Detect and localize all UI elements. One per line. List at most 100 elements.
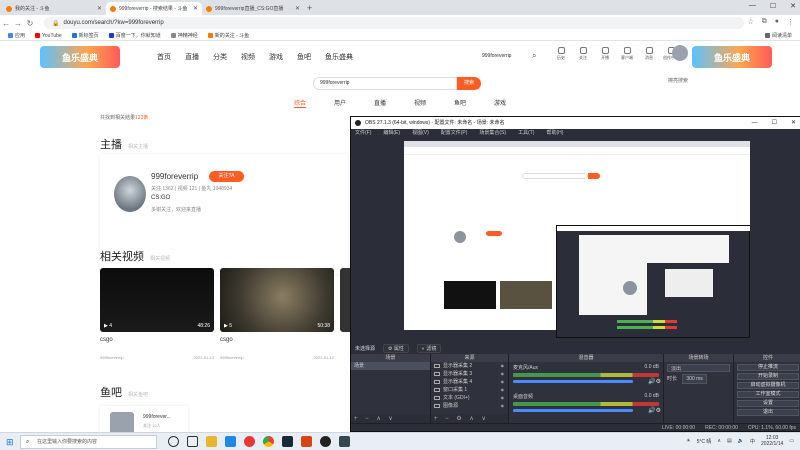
nav-fishbar[interactable]: 鱼吧 — [297, 52, 311, 62]
tab-games[interactable]: 游戏 — [494, 98, 534, 107]
fishbar-name[interactable]: 999forever... — [143, 414, 171, 420]
menu-scene-collection[interactable]: 场景集合(S) — [479, 129, 506, 138]
source-item[interactable]: 窗口采集 1 ◉ — [431, 386, 508, 394]
search-input[interactable]: 999foreverrip — [313, 77, 457, 90]
douyu-logo[interactable]: 鱼乐盛典 — [40, 46, 120, 68]
speaker-icon[interactable]: 🔊⚙ — [648, 407, 661, 414]
tab-close-icon[interactable]: ✕ — [93, 5, 102, 12]
mail-icon[interactable] — [225, 436, 236, 447]
eye-icon[interactable]: ◉ — [501, 370, 505, 378]
avatar[interactable] — [672, 45, 688, 61]
exit-button[interactable]: 退出 — [737, 409, 799, 416]
video-thumbnail[interactable]: ▶ 4 48:26 — [100, 268, 214, 332]
nav-home[interactable]: 首页 — [157, 52, 171, 62]
video-title[interactable]: csgo — [220, 337, 334, 343]
terminal-icon[interactable] — [339, 436, 350, 447]
tab-close-icon[interactable]: ✕ — [291, 5, 300, 12]
search-button[interactable]: 搜索 — [457, 77, 481, 90]
address-bar[interactable]: 🔒 douyu.com/search/?kw=999foreverrip — [44, 17, 744, 29]
follow-anchor-button[interactable]: 关注TA — [209, 171, 244, 182]
minimize-icon[interactable]: — — [749, 2, 756, 10]
volume-icon[interactable]: 🔈 — [738, 438, 744, 444]
reading-list[interactable]: 阅读清单 — [764, 32, 792, 39]
clock[interactable]: 12:03 2022/1/14 — [761, 435, 783, 447]
video-author[interactable]: 999foreverrip — [100, 355, 124, 360]
nav-live[interactable]: 直播 — [185, 52, 199, 62]
source-item[interactable]: 图像源 ◉ — [431, 402, 508, 410]
duration-input[interactable]: 300 ms — [682, 374, 707, 384]
tab-live[interactable]: 直播 — [374, 98, 414, 107]
virtual-camera-button[interactable]: 启动虚拟摄像机 — [737, 382, 799, 389]
menu-tools[interactable]: 工具(T) — [518, 129, 534, 138]
nav-category[interactable]: 分类 — [213, 52, 227, 62]
stop-streaming-button[interactable]: 停止推流 — [737, 364, 799, 371]
follow-button[interactable]: 关注 — [575, 47, 591, 61]
bookmark-douyu[interactable]: 新的关注 - 斗鱼 — [207, 32, 249, 39]
source-item[interactable]: 显示器采集 3 ◉ — [431, 370, 508, 378]
tab-search-results[interactable]: 999foreverrip - 搜索结果 - 斗鱼 ✕ — [106, 2, 202, 15]
menu-edit[interactable]: 编辑(E) — [383, 129, 400, 138]
tab-live-room[interactable]: 999foreverrip直播_CS:GO直播 ✕ — [202, 2, 304, 15]
tab-videos[interactable]: 视频 — [414, 98, 454, 107]
filters-button[interactable]: ◐ 滤镜 — [416, 343, 442, 353]
new-tab-button[interactable]: + — [307, 3, 312, 13]
settings-button[interactable]: 设置 — [737, 400, 799, 407]
source-item[interactable]: 文本 (GDI+) ◉ — [431, 394, 508, 402]
close-icon[interactable]: ✕ — [790, 2, 796, 10]
anchor-avatar[interactable] — [114, 176, 146, 212]
profile-icon[interactable]: ● — [775, 18, 779, 26]
ime-icon[interactable]: 中 — [750, 438, 755, 445]
scene-item[interactable]: 场景 — [351, 362, 430, 370]
menu-icon[interactable]: ⋮ — [787, 18, 794, 26]
nav-video[interactable]: 视频 — [241, 52, 255, 62]
close-icon[interactable]: ✕ — [791, 117, 796, 129]
windows-start-icon[interactable]: ⊞ — [6, 437, 14, 448]
minimize-icon[interactable]: — — [752, 117, 758, 129]
bookmark-apps[interactable]: 应用 — [8, 32, 25, 39]
volume-slider[interactable] — [513, 409, 633, 412]
speaker-icon[interactable]: 🔊⚙ — [648, 378, 661, 385]
obs-preview[interactable] — [404, 141, 750, 338]
source-item[interactable]: 显示器采集 4 ◉ — [431, 378, 508, 386]
star-icon[interactable]: ☆ — [747, 18, 753, 26]
start-recording-button[interactable]: 开始录制 — [737, 373, 799, 380]
cortana-icon[interactable] — [168, 436, 179, 447]
studio-mode-button[interactable]: 工作室模式 — [737, 391, 799, 398]
app-icon[interactable] — [301, 436, 312, 447]
steam-icon[interactable] — [282, 436, 293, 447]
search-icon[interactable]: ⌕ — [532, 51, 536, 61]
weather-icon[interactable]: ☀ — [686, 438, 690, 444]
header-username[interactable]: 999foreverrip — [482, 53, 511, 59]
video-card[interactable]: ▶ 5 50:38 csgo 999foreverrip 2022-01-12 — [220, 268, 334, 360]
notification-icon[interactable]: ▭ — [789, 438, 794, 444]
bookmark-baidu[interactable]: 百度一下，你就知道 — [108, 32, 161, 39]
maximize-icon[interactable]: ☐ — [770, 2, 776, 10]
client-button[interactable]: 客户端 — [619, 47, 635, 61]
forward-icon[interactable]: → — [12, 19, 24, 28]
weather-text[interactable]: 5°C 晴 — [697, 438, 712, 445]
eye-icon[interactable]: ◉ — [501, 378, 505, 386]
message-button[interactable]: 消息 — [641, 47, 657, 61]
nav-game[interactable]: 游戏 — [269, 52, 283, 62]
video-author[interactable]: 999foreverrip — [220, 355, 244, 360]
fishbar-card[interactable]: 999forever... 关注 12人 — [100, 406, 188, 432]
video-title[interactable]: csgo — [100, 337, 214, 343]
task-view-icon[interactable] — [187, 436, 198, 447]
taskbar-search[interactable]: ⌕ 在这里输入你要搜索的内容 — [20, 435, 157, 449]
tab-users[interactable]: 用户 — [334, 98, 374, 107]
extensions-icon[interactable]: ⧉ — [762, 18, 767, 26]
source-item[interactable]: 显示器采集 2 ◉ — [431, 362, 508, 370]
chrome-icon[interactable] — [263, 436, 274, 447]
network-icon[interactable]: ▤ — [727, 438, 732, 444]
menu-file[interactable]: 文件(F) — [355, 129, 371, 138]
tab-fishbar[interactable]: 鱼吧 — [454, 98, 494, 107]
bookmark-misc[interactable]: 神精神经 — [170, 32, 198, 39]
back-icon[interactable]: ← — [0, 19, 12, 28]
maximize-icon[interactable]: ☐ — [772, 117, 777, 129]
tab-my-follow[interactable]: 我的关注 - 斗鱼 ✕ — [2, 2, 106, 15]
eye-icon[interactable]: ◉ — [501, 402, 505, 410]
reload-icon[interactable]: ↻ — [24, 19, 36, 28]
volume-slider[interactable] — [513, 380, 633, 383]
tab-close-icon[interactable]: ✕ — [189, 5, 198, 12]
bookmark-newtab[interactable]: 新标签页 — [71, 32, 99, 39]
